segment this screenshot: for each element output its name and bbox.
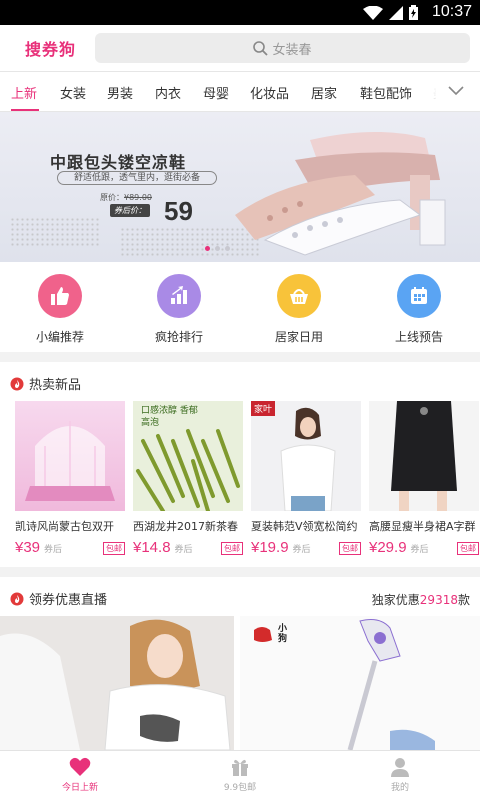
shortcut-label: 上线预告 [394,330,443,344]
product-card[interactable]: 高腰显瘦半身裙A字群 ¥29.9 券后 包邮 [369,401,479,556]
deal-image [254,619,435,750]
deal-count: 29318 [419,593,458,607]
tabs-expand[interactable] [436,72,480,111]
section-header: 热卖新品 [10,374,81,393]
heart-icon [69,757,91,776]
product-name: 夏装韩范V领宽松简约 [251,520,358,533]
coupon-label: 券后 [174,545,193,555]
tab-women[interactable]: 女装 [60,83,86,102]
section-header: 领券优惠直播 [10,589,107,608]
coupon-live-section: 领券优惠直播 独家优惠29318款 小狗 [0,577,480,750]
product-price: ¥14.8 [133,539,171,556]
shortcut-label: 小编推荐 [35,330,84,344]
app-logo: 搜券狗 [25,40,77,59]
product-image: 口感浓醇 香郁高泡 [133,401,243,511]
fire-icon [10,592,24,605]
sandal-image [235,131,446,256]
calendar-icon [397,274,441,318]
tab-baby[interactable]: 母婴 [203,83,229,102]
banner-price: 59 [164,196,193,226]
tab-new[interactable]: 上新 [11,83,37,102]
status-icons [363,5,418,20]
section-title: 领券优惠直播 [29,593,108,608]
free-shipping-badge: 包邮 [457,542,479,555]
shortcut-label: 居家日用 [274,330,323,344]
deal-image [0,619,231,750]
shortcut-upcoming[interactable]: 上线预告 [374,274,464,345]
shortcut-label: 疯抢排行 [154,330,203,344]
status-bar: 10:37 [0,0,480,25]
promo-banner[interactable]: 中跟包头镂空凉鞋 舒适低跟，透气里内，逛街必备 原价：¥89.00 券后价： 5… [0,112,480,262]
coupon-label: 券后 [292,545,311,555]
product-card[interactable]: 凯诗风尚蒙古包双开 ¥39 券后 包邮 [15,401,125,556]
signal-icon [389,6,403,20]
deal-tile[interactable] [0,616,234,750]
clock: 10:37 [431,3,472,20]
product-name: 西湖龙井2017新茶春 [133,520,238,533]
banner-decoration [10,217,100,247]
pagination-dot[interactable] [205,246,210,251]
user-icon [391,758,409,777]
hot-products-section: 热卖新品 凯诗风尚蒙古包双开 ¥39 券后 包邮 口感浓醇 香郁高泡 西湖龙井20… [0,362,480,567]
search-placeholder: 女装春 [272,42,312,58]
product-image: 家叶 [251,401,361,511]
nav-label: 我的 [390,783,409,793]
coupon-label: 券后 [44,545,63,555]
chevron-down-icon [448,86,464,96]
tab-men[interactable]: 男装 [107,83,133,102]
tab-home[interactable]: 居家 [311,83,337,102]
coupon-label: 券后 [410,545,429,555]
free-shipping-badge: 包邮 [221,542,243,555]
nav-label: 今日上新 [61,783,98,793]
active-tab-indicator [11,109,39,111]
tab-cosmetics[interactable]: 化妆品 [250,83,289,102]
shortcut-ranking[interactable]: 疯抢排行 [134,274,224,345]
free-shipping-badge: 包邮 [103,542,125,555]
category-tabs: 上新 女装 男装 内衣 母婴 化妆品 居家 鞋包配饰 美 [0,71,480,112]
banner-pagination [205,246,230,251]
deal-tile[interactable]: 小狗 [240,616,480,750]
shortcut-grid: 小编推荐 疯抢排行 居家日用 上线预告 [0,262,480,352]
exclusive-count: 独家优惠29318款 [371,593,470,607]
search-bar[interactable]: 女装春 [95,33,470,63]
shortcut-home-daily[interactable]: 居家日用 [254,274,344,345]
battery-icon [409,5,418,20]
product-card[interactable]: 口感浓醇 香郁高泡 西湖龙井2017新茶春 ¥14.8 券后 包邮 [133,401,243,556]
banner-after-coupon-label: 券后价： [110,204,150,217]
shortcut-editor-picks[interactable]: 小编推荐 [15,274,105,345]
tab-underwear[interactable]: 内衣 [155,83,181,102]
nav-free-shipping[interactable]: 9.9包邮 [190,757,290,793]
nav-label: 9.9包邮 [223,783,257,793]
product-overlay-text: 口感浓醇 香郁高泡 [141,406,198,428]
thumbs-up-icon [38,274,82,318]
pagination-dot[interactable] [215,246,220,251]
free-shipping-badge: 包邮 [339,542,361,555]
product-name: 高腰显瘦半身裙A字群 [369,520,476,533]
ranking-icon [157,274,201,318]
product-name: 凯诗风尚蒙古包双开 [15,520,114,533]
app-header: 搜券狗 女装春 [0,25,480,71]
nav-today-new[interactable]: 今日上新 [30,757,130,793]
fire-icon [10,377,24,390]
wifi-icon [363,6,383,20]
basket-icon [277,274,321,318]
product-price: ¥19.9 [251,539,289,556]
brand-badge: 家叶 [251,401,276,416]
product-image [369,401,479,511]
search-icon [253,40,269,56]
product-image [15,401,125,511]
pagination-dot[interactable] [225,246,230,251]
tab-shoes-bags[interactable]: 鞋包配饰 [360,83,412,102]
product-price: ¥29.9 [369,539,407,556]
product-card[interactable]: 家叶 夏装韩范V领宽松简约 ¥19.9 券后 包邮 [251,401,361,556]
banner-title: 中跟包头镂空凉鞋 [50,153,187,172]
mascot-text: 小狗 [278,624,288,644]
banner-original-price: 原价：¥89.00 [100,193,152,202]
banner-subtitle: 舒适低跟，透气里内，逛街必备 [57,171,217,185]
section-title: 热卖新品 [29,378,82,393]
nav-mine[interactable]: 我的 [350,757,450,793]
bottom-nav: 今日上新 9.9包邮 我的 [0,750,480,800]
product-price: ¥39 [15,539,41,556]
gift-icon [232,759,248,776]
